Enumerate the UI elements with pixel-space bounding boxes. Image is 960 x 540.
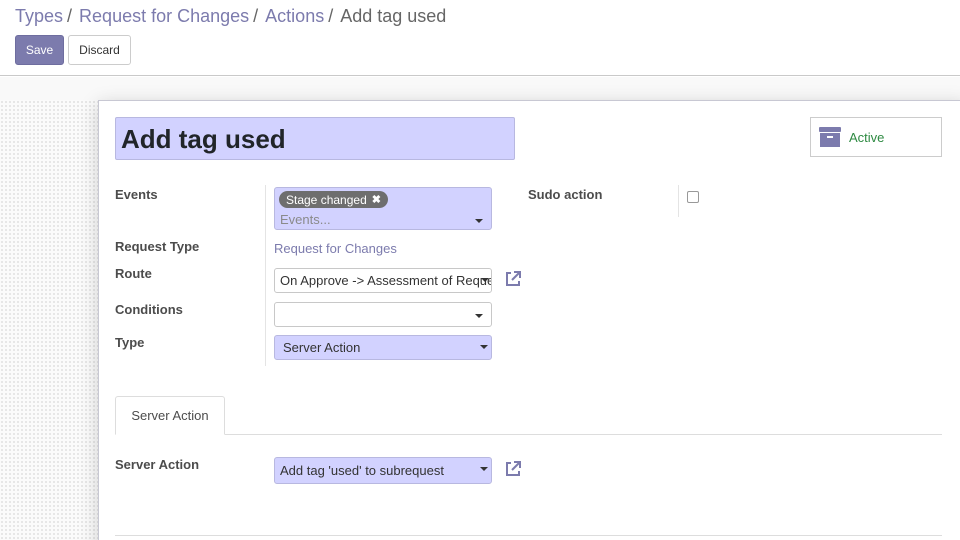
active-label: Active (849, 129, 885, 145)
events-label: Events (115, 187, 158, 202)
section-divider (115, 535, 942, 536)
chevron-down-icon (475, 314, 483, 318)
event-tag-label: Stage changed (286, 192, 367, 207)
breadcrumb-item-types[interactable]: Types (15, 6, 63, 26)
conditions-select[interactable] (274, 302, 492, 327)
type-label: Type (115, 335, 145, 350)
breadcrumb-item-request-for-changes[interactable]: Request for Changes (79, 6, 249, 26)
conditions-label: Conditions (115, 302, 183, 317)
breadcrumb-item-actions[interactable]: Actions (265, 6, 324, 26)
type-value: Server Action (283, 340, 361, 355)
active-toggle-button[interactable]: Active (810, 117, 942, 157)
sudo-action-label: Sudo action (528, 187, 603, 202)
tab-bar (115, 434, 942, 435)
archive-icon (819, 126, 841, 148)
events-field[interactable]: Stage changed ✖ Events... (274, 187, 492, 230)
type-select[interactable]: Server Action (274, 335, 492, 360)
event-tag: Stage changed ✖ (279, 191, 388, 208)
route-select[interactable]: On Approve -> Assessment of Request (274, 268, 492, 293)
server-action-select[interactable]: Add tag 'used' to subrequest (274, 457, 492, 484)
breadcrumb-separator: / (253, 6, 259, 26)
external-link-icon[interactable] (504, 270, 522, 288)
sudo-action-checkbox[interactable] (687, 191, 699, 203)
request-type-link[interactable]: Request for Changes (274, 241, 397, 256)
breadcrumb-separator: / (67, 6, 73, 26)
chevron-down-icon (481, 278, 489, 282)
chevron-down-icon (480, 345, 488, 349)
breadcrumb-separator: / (328, 6, 334, 26)
events-input[interactable]: Events... (280, 212, 331, 227)
form-sheet: Add tag used Active Events Stage changed… (98, 100, 960, 540)
request-type-label: Request Type (115, 239, 200, 254)
title-input[interactable]: Add tag used (115, 117, 515, 160)
discard-button[interactable]: Discard (68, 35, 131, 65)
route-label: Route (115, 266, 152, 281)
remove-tag-icon[interactable]: ✖ (372, 193, 381, 206)
server-action-value: Add tag 'used' to subrequest (280, 463, 444, 478)
external-link-icon[interactable] (504, 460, 522, 478)
save-button[interactable]: Save (15, 35, 64, 65)
chevron-down-icon[interactable] (475, 219, 483, 223)
breadcrumb-current: Add tag used (340, 6, 447, 26)
control-panel: Types / Request for Changes / Actions / Add ta… (0, 0, 960, 76)
chevron-down-icon (480, 467, 488, 471)
dotted-background (0, 100, 98, 540)
breadcrumb: Types / Request for Changes / Actions / Add ta… (15, 6, 446, 27)
label-divider (265, 185, 266, 366)
server-action-label: Server Action (115, 457, 200, 472)
label-divider (678, 185, 679, 217)
route-value: On Approve -> Assessment of Request (280, 273, 492, 288)
tab-server-action[interactable]: Server Action (115, 396, 225, 435)
